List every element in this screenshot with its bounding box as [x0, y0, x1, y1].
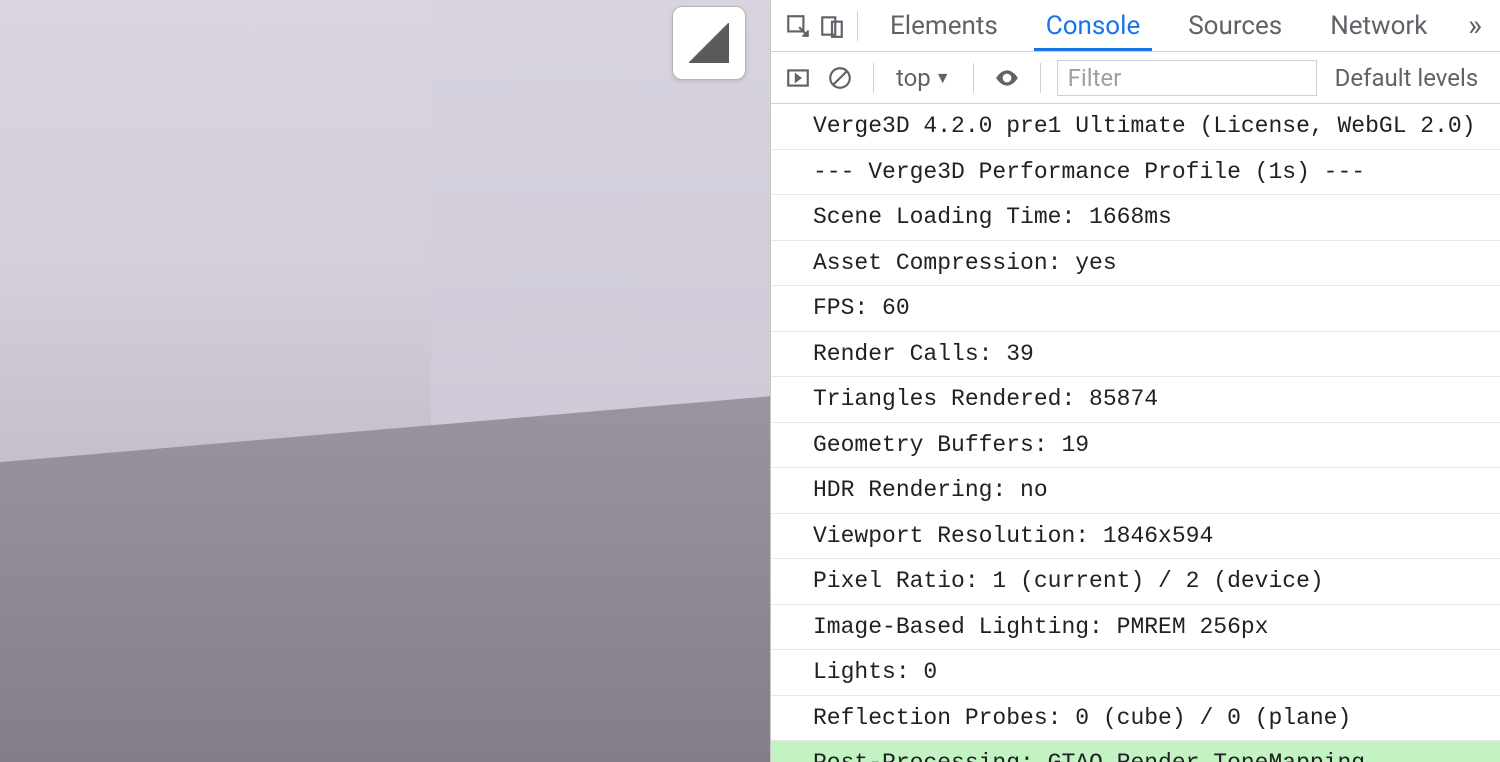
console-log-line[interactable]: Render Calls: 39 [771, 332, 1500, 378]
device-toolbar-icon[interactable] [815, 9, 849, 43]
console-log-line[interactable]: Asset Compression: yes [771, 241, 1500, 287]
console-log-line[interactable]: FPS: 60 [771, 286, 1500, 332]
tabs-container: ElementsConsoleSourcesNetwork [866, 0, 1451, 51]
scene-floor [0, 396, 770, 762]
console-log-line[interactable]: Triangles Rendered: 85874 [771, 377, 1500, 423]
log-levels-selector[interactable]: Default levels [1335, 64, 1479, 92]
eye-icon[interactable] [990, 61, 1024, 95]
console-log-line[interactable]: Reflection Probes: 0 (cube) / 0 (plane) [771, 696, 1500, 742]
tab-elements[interactable]: Elements [866, 0, 1022, 51]
console-log-line[interactable]: Geometry Buffers: 19 [771, 423, 1500, 469]
context-label: top [896, 64, 931, 92]
tab-sources[interactable]: Sources [1164, 0, 1306, 51]
context-selector[interactable]: top ▼ [890, 64, 957, 92]
console-log-line[interactable]: Post-Processing: GTAO,Render,ToneMapping [771, 741, 1500, 762]
console-log-line[interactable]: Lights: 0 [771, 650, 1500, 696]
devtools-tab-row: ElementsConsoleSourcesNetwork » [771, 0, 1500, 52]
devtools-panel: ElementsConsoleSourcesNetwork » top ▼ [770, 0, 1500, 762]
console-toolbar: top ▼ Default levels [771, 52, 1500, 104]
tab-network[interactable]: Network [1306, 0, 1451, 51]
toolbar-separator [873, 63, 874, 93]
toolbar-separator [973, 63, 974, 93]
console-log-line[interactable]: Image-Based Lighting: PMREM 256px [771, 605, 1500, 651]
console-log-line[interactable]: Scene Loading Time: 1668ms [771, 195, 1500, 241]
console-log-line[interactable]: Viewport Resolution: 1846x594 [771, 514, 1500, 560]
viewport-resize-handle[interactable] [672, 6, 746, 80]
console-log-line[interactable]: --- Verge3D Performance Profile (1s) --- [771, 150, 1500, 196]
console-filter-input[interactable] [1057, 60, 1317, 96]
webgl-viewport[interactable] [0, 0, 770, 762]
console-output[interactable]: Verge3D 4.2.0 pre1 Ultimate (License, We… [771, 104, 1500, 762]
console-log-line[interactable]: Pixel Ratio: 1 (current) / 2 (device) [771, 559, 1500, 605]
toolbar-separator [1040, 63, 1041, 93]
clear-console-icon[interactable] [823, 61, 857, 95]
chevron-down-icon: ▼ [935, 68, 951, 88]
tab-console[interactable]: Console [1022, 0, 1164, 51]
console-log-line[interactable]: Verge3D 4.2.0 pre1 Ultimate (License, We… [771, 104, 1500, 150]
inspect-element-icon[interactable] [781, 9, 815, 43]
toggle-sidebar-icon[interactable] [781, 61, 815, 95]
toolbar-separator [857, 11, 858, 41]
console-log-line[interactable]: HDR Rendering: no [771, 468, 1500, 514]
more-tabs-icon[interactable]: » [1460, 8, 1490, 43]
